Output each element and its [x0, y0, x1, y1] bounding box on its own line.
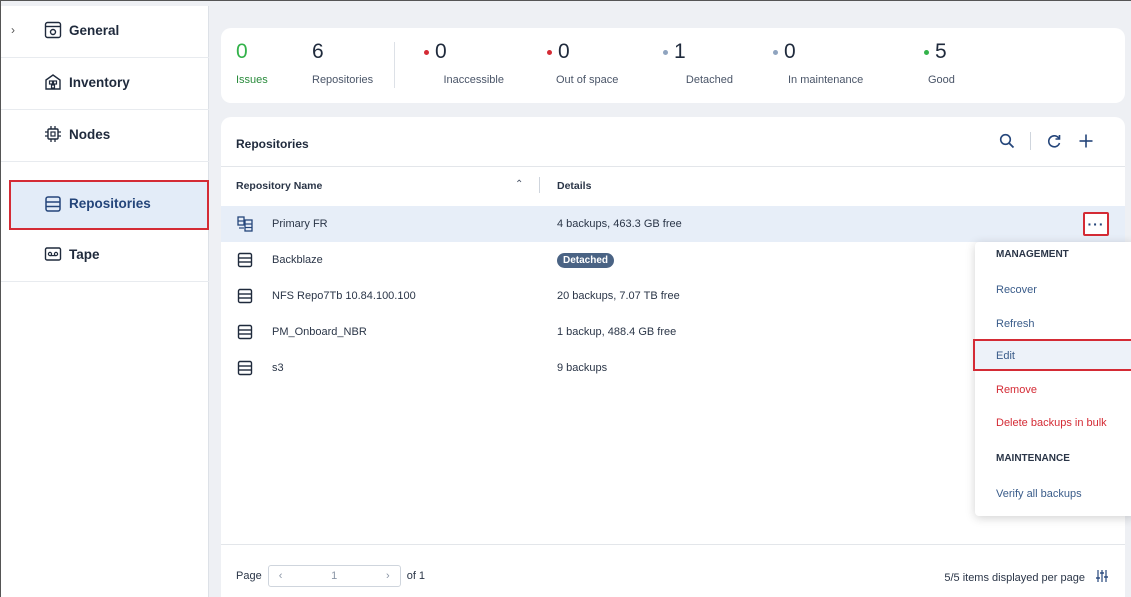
page-number[interactable]: 1	[331, 570, 337, 582]
menu-item-remove[interactable]: Remove	[996, 384, 1037, 396]
divider	[394, 42, 395, 88]
divider	[1030, 132, 1031, 150]
table-header: Repository Name ⌃ Details	[221, 167, 1125, 205]
stat-in-maintenance[interactable]: 0 In maintenance	[773, 40, 863, 86]
sidebar-item-nodes[interactable]: Nodes	[1, 110, 209, 162]
menu-item-edit[interactable]: Edit	[996, 350, 1015, 362]
status-dot	[773, 49, 778, 55]
search-icon[interactable]	[996, 130, 1018, 152]
repository-name[interactable]: Primary FR	[272, 218, 328, 230]
inventory-icon	[44, 73, 62, 91]
sidebar-item-label: Tape	[69, 247, 100, 262]
panel-title: Repositories	[236, 137, 309, 151]
stat-detached[interactable]: 1 Detached	[663, 40, 733, 86]
stat-label: In maintenance	[788, 74, 864, 86]
actions-menu: MANAGEMENT Recover Refresh Edit Remove D…	[973, 242, 1131, 516]
chevron-right-icon[interactable]: ›	[11, 23, 15, 37]
stat-issues[interactable]: 0 Issues	[236, 40, 268, 86]
repository-name[interactable]: s3	[272, 362, 284, 374]
more-actions-button[interactable]: ···	[1083, 212, 1109, 236]
repository-details: 1 backup, 488.4 GB free	[557, 326, 677, 338]
repository-details: 9 backups	[557, 362, 608, 374]
refresh-icon[interactable]	[1043, 130, 1065, 152]
menu-item-delete-backups-bulk[interactable]: Delete backups in bulk	[996, 417, 1107, 429]
menu-item-refresh[interactable]: Refresh	[996, 318, 1035, 330]
page-selector[interactable]: ‹ 1 ›	[267, 565, 401, 587]
status-dot	[424, 49, 429, 55]
repository-name[interactable]: Backblaze	[272, 254, 323, 266]
stat-good[interactable]: 5 Good	[924, 40, 955, 86]
column-header-name[interactable]: Repository Name	[236, 180, 322, 192]
gear-icon	[44, 21, 62, 39]
menu-section-header: MANAGEMENT	[996, 249, 1069, 260]
sidebar-item-tape[interactable]: Tape	[1, 230, 209, 282]
sidebar-item-inventory[interactable]: Inventory	[1, 58, 209, 110]
repository-details: 20 backups, 7.07 TB free	[557, 290, 680, 302]
tape-icon	[44, 245, 62, 263]
stat-out-of-space[interactable]: 0 Out of space	[547, 40, 618, 86]
status-dot	[663, 49, 668, 55]
menu-section-header: MAINTENANCE	[996, 453, 1070, 464]
status-dot	[547, 49, 552, 55]
stat-value: 6	[312, 40, 324, 63]
repository-name[interactable]: PM_Onboard_NBR	[272, 326, 367, 338]
stat-label: Repositories	[312, 74, 374, 86]
stat-label: Detached	[685, 74, 733, 86]
repository-icon	[237, 288, 253, 304]
repository-icon	[237, 360, 253, 376]
repository-icon	[44, 195, 62, 213]
chevron-left-icon[interactable]: ‹	[279, 570, 283, 582]
divider	[221, 544, 1125, 545]
status-badge: Detached	[557, 253, 615, 268]
pagination: Page ‹ 1 › of 1	[236, 565, 425, 587]
stat-value: 5	[935, 40, 947, 63]
sidebar-item-label: Nodes	[69, 127, 111, 142]
sidebar-item-label: Inventory	[69, 75, 130, 90]
stat-label: Inaccessible	[443, 74, 504, 86]
stat-value: 0	[435, 40, 447, 63]
chip-icon	[44, 125, 62, 143]
stat-value: 1	[674, 40, 686, 63]
chevron-right-icon[interactable]: ›	[386, 570, 390, 582]
sort-ascending-icon[interactable]: ⌃	[515, 179, 523, 190]
repository-icon	[237, 252, 253, 268]
panel-toolbar	[996, 130, 1097, 152]
page-label: Page	[236, 570, 262, 582]
add-icon[interactable]	[1075, 130, 1097, 152]
stat-value: 0	[236, 40, 248, 63]
stat-value: 0	[784, 40, 796, 63]
stat-label: Out of space	[556, 74, 619, 86]
column-settings-icon[interactable]	[1095, 569, 1109, 586]
sidebar-item-label: Repositories	[69, 196, 151, 211]
column-header-details: Details	[557, 180, 592, 192]
repository-details: 4 backups, 463.3 GB free	[557, 218, 682, 230]
stat-inaccessible[interactable]: 0 Inaccessible	[424, 40, 504, 86]
sidebar: › General Inventory Nodes Repositories T…	[1, 6, 209, 597]
table-row[interactable]: Primary FR 4 backups, 463.3 GB free ···	[221, 206, 1125, 242]
page-count: of 1	[406, 570, 426, 582]
sidebar-item-label: General	[69, 23, 120, 38]
column-resize-handle[interactable]	[539, 177, 540, 193]
stat-value: 0	[558, 40, 570, 63]
items-per-page-label: 5/5 items displayed per page	[944, 571, 1085, 584]
stat-label: Good	[928, 74, 955, 86]
repository-icon	[237, 324, 253, 340]
repository-group-icon	[237, 216, 253, 232]
items-per-page: 5/5 items displayed per page	[944, 569, 1109, 586]
repository-name[interactable]: NFS Repo7Tb 10.84.100.100	[272, 290, 416, 302]
menu-item-recover[interactable]: Recover	[996, 284, 1037, 296]
sidebar-item-general[interactable]: › General	[1, 6, 209, 58]
stat-repositories[interactable]: 6 Repositories	[312, 40, 373, 86]
status-dot	[924, 49, 929, 55]
status-summary: 0 Issues 6 Repositories 0 Inaccessible 0…	[221, 28, 1125, 103]
menu-item-verify-all-backups[interactable]: Verify all backups	[996, 488, 1082, 500]
sidebar-item-repositories[interactable]: Repositories	[9, 180, 209, 230]
stat-label: Issues	[236, 74, 268, 86]
